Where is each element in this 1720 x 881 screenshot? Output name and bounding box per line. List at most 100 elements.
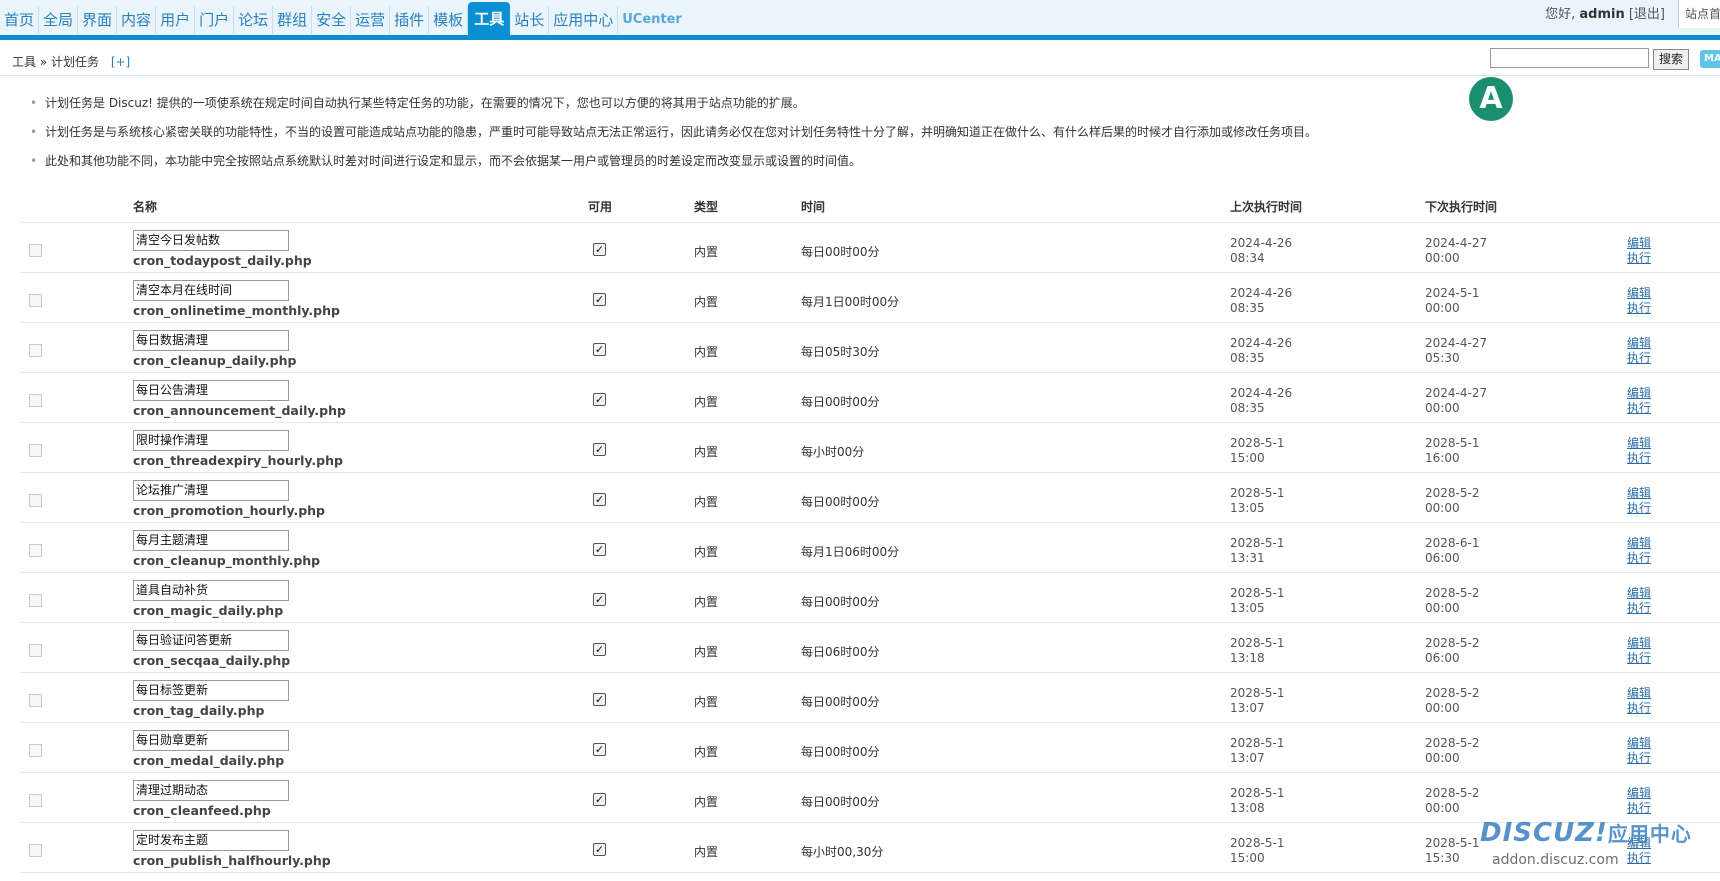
edit-link[interactable]: 编辑	[1627, 636, 1651, 651]
map-button[interactable]: MAP	[1700, 50, 1720, 68]
run-link[interactable]: 执行	[1627, 301, 1651, 316]
edit-link[interactable]: 编辑	[1627, 486, 1651, 501]
row-select-checkbox[interactable]	[29, 544, 42, 557]
nav-item[interactable]: 运营	[351, 6, 391, 34]
task-type: 内置	[694, 695, 719, 709]
edit-link[interactable]: 编辑	[1627, 386, 1651, 401]
row-select-checkbox[interactable]	[29, 644, 42, 657]
next-run: 2028-5-2 00:00	[1425, 486, 1479, 516]
available-checkbox[interactable]: ✓	[593, 493, 606, 506]
edit-link[interactable]: 编辑	[1627, 536, 1651, 551]
next-run-date: 2028-5-1	[1425, 436, 1480, 450]
run-link[interactable]: 执行	[1627, 551, 1651, 566]
task-name-input[interactable]: 每日标签更新	[133, 680, 289, 701]
nav-item[interactable]: 全局	[39, 6, 79, 34]
run-link[interactable]: 执行	[1627, 451, 1651, 466]
table-row: 每日勋章更新 cron_medal_daily.php ✓ 内置 每日00时00分 202…	[20, 723, 1720, 773]
nav-item[interactable]: 应用中心	[549, 6, 619, 34]
row-select-checkbox[interactable]	[29, 344, 42, 357]
task-schedule: 每日00时00分	[801, 495, 880, 509]
row-select-checkbox[interactable]	[29, 594, 42, 607]
table-row: 每月主题清理 cron_cleanup_monthly.php ✓ 内置 每月1日06时…	[20, 523, 1720, 573]
row-select-checkbox[interactable]	[29, 844, 42, 857]
run-link[interactable]: 执行	[1627, 601, 1651, 616]
available-checkbox[interactable]: ✓	[593, 643, 606, 656]
edit-link[interactable]: 编辑	[1627, 786, 1651, 801]
task-name-input[interactable]: 定时发布主题	[133, 830, 289, 851]
task-name-input[interactable]: 清空本月在线时间	[133, 280, 289, 301]
available-checkbox[interactable]: ✓	[593, 743, 606, 756]
last-run: 2028-5-1 13:18	[1230, 636, 1284, 666]
row-select-checkbox[interactable]	[29, 494, 42, 507]
task-name-input[interactable]: 道具自动补货	[133, 580, 289, 601]
nav-item[interactable]: 首页	[0, 6, 40, 34]
available-checkbox[interactable]: ✓	[593, 293, 606, 306]
edit-link[interactable]: 编辑	[1627, 286, 1651, 301]
next-run: 2024-5-1 00:00	[1425, 286, 1479, 316]
nav-item[interactable]: 安全	[312, 6, 352, 34]
available-checkbox[interactable]: ✓	[593, 343, 606, 356]
available-checkbox[interactable]: ✓	[593, 693, 606, 706]
nav-item[interactable]: 模板	[429, 6, 469, 34]
table-row: 限时操作清理 cron_threadexpiry_hourly.php ✓ 内置 每小时…	[20, 423, 1720, 473]
nav-item[interactable]: 工具	[468, 2, 511, 36]
available-checkbox[interactable]: ✓	[593, 843, 606, 856]
available-checkbox[interactable]: ✓	[593, 543, 606, 556]
edit-link[interactable]: 编辑	[1627, 336, 1651, 351]
row-select-checkbox[interactable]	[29, 794, 42, 807]
run-link[interactable]: 执行	[1627, 351, 1651, 366]
available-checkbox[interactable]: ✓	[593, 443, 606, 456]
add-task-link[interactable]: [+]	[111, 55, 130, 69]
task-name-input[interactable]: 限时操作清理	[133, 430, 289, 451]
edit-link[interactable]: 编辑	[1627, 586, 1651, 601]
run-link[interactable]: 执行	[1627, 701, 1651, 716]
row-select-checkbox[interactable]	[29, 294, 42, 307]
row-select-checkbox[interactable]	[29, 444, 42, 457]
run-link[interactable]: 执行	[1627, 251, 1651, 266]
available-checkbox[interactable]: ✓	[593, 593, 606, 606]
row-select-checkbox[interactable]	[29, 744, 42, 757]
run-link[interactable]: 执行	[1627, 801, 1651, 816]
run-link[interactable]: 执行	[1627, 751, 1651, 766]
task-name-input[interactable]: 每日数据清理	[133, 330, 289, 351]
logout-link[interactable]: [退出]	[1629, 7, 1665, 22]
nav-item[interactable]: 界面	[78, 6, 118, 34]
search-input[interactable]	[1490, 48, 1649, 68]
row-select-checkbox[interactable]	[29, 394, 42, 407]
task-type: 内置	[694, 295, 719, 309]
nav-item[interactable]: UCenter	[618, 6, 686, 34]
edit-link[interactable]: 编辑	[1627, 236, 1651, 251]
task-schedule: 每日00时00分	[801, 595, 880, 609]
nav-item[interactable]: 门户	[195, 6, 235, 34]
last-run-date: 2028-5-1	[1230, 686, 1285, 700]
nav-item[interactable]: 群组	[273, 6, 313, 34]
task-name-input[interactable]: 每日验证问答更新	[133, 630, 289, 651]
table-row: 每日数据清理 cron_cleanup_daily.php ✓ 内置 每日05时30分 2…	[20, 323, 1720, 373]
search-button[interactable]: 搜索	[1653, 49, 1689, 70]
next-run-time: 05:30	[1425, 351, 1460, 365]
nav-item[interactable]: 论坛	[234, 6, 274, 34]
run-link[interactable]: 执行	[1627, 401, 1651, 416]
nav-item[interactable]: 内容	[117, 6, 157, 34]
run-link[interactable]: 执行	[1627, 501, 1651, 516]
next-run: 2028-5-2 00:00	[1425, 736, 1479, 766]
site-home-button[interactable]: 站点首页	[1678, 0, 1720, 28]
available-checkbox[interactable]: ✓	[593, 793, 606, 806]
row-select-checkbox[interactable]	[29, 244, 42, 257]
edit-link[interactable]: 编辑	[1627, 436, 1651, 451]
nav-item[interactable]: 插件	[390, 6, 430, 34]
run-link[interactable]: 执行	[1627, 651, 1651, 666]
task-name-input[interactable]: 清空今日发帖数	[133, 230, 289, 251]
available-checkbox[interactable]: ✓	[593, 393, 606, 406]
task-name-input[interactable]: 清理过期动态	[133, 780, 289, 801]
row-select-checkbox[interactable]	[29, 694, 42, 707]
edit-link[interactable]: 编辑	[1627, 686, 1651, 701]
nav-item[interactable]: 站长	[510, 6, 550, 34]
nav-item[interactable]: 用户	[156, 6, 196, 34]
edit-link[interactable]: 编辑	[1627, 736, 1651, 751]
task-name-input[interactable]: 论坛推广清理	[133, 480, 289, 501]
task-name-input[interactable]: 每日公告清理	[133, 380, 289, 401]
task-name-input[interactable]: 每日勋章更新	[133, 730, 289, 751]
available-checkbox[interactable]: ✓	[593, 243, 606, 256]
task-name-input[interactable]: 每月主题清理	[133, 530, 289, 551]
